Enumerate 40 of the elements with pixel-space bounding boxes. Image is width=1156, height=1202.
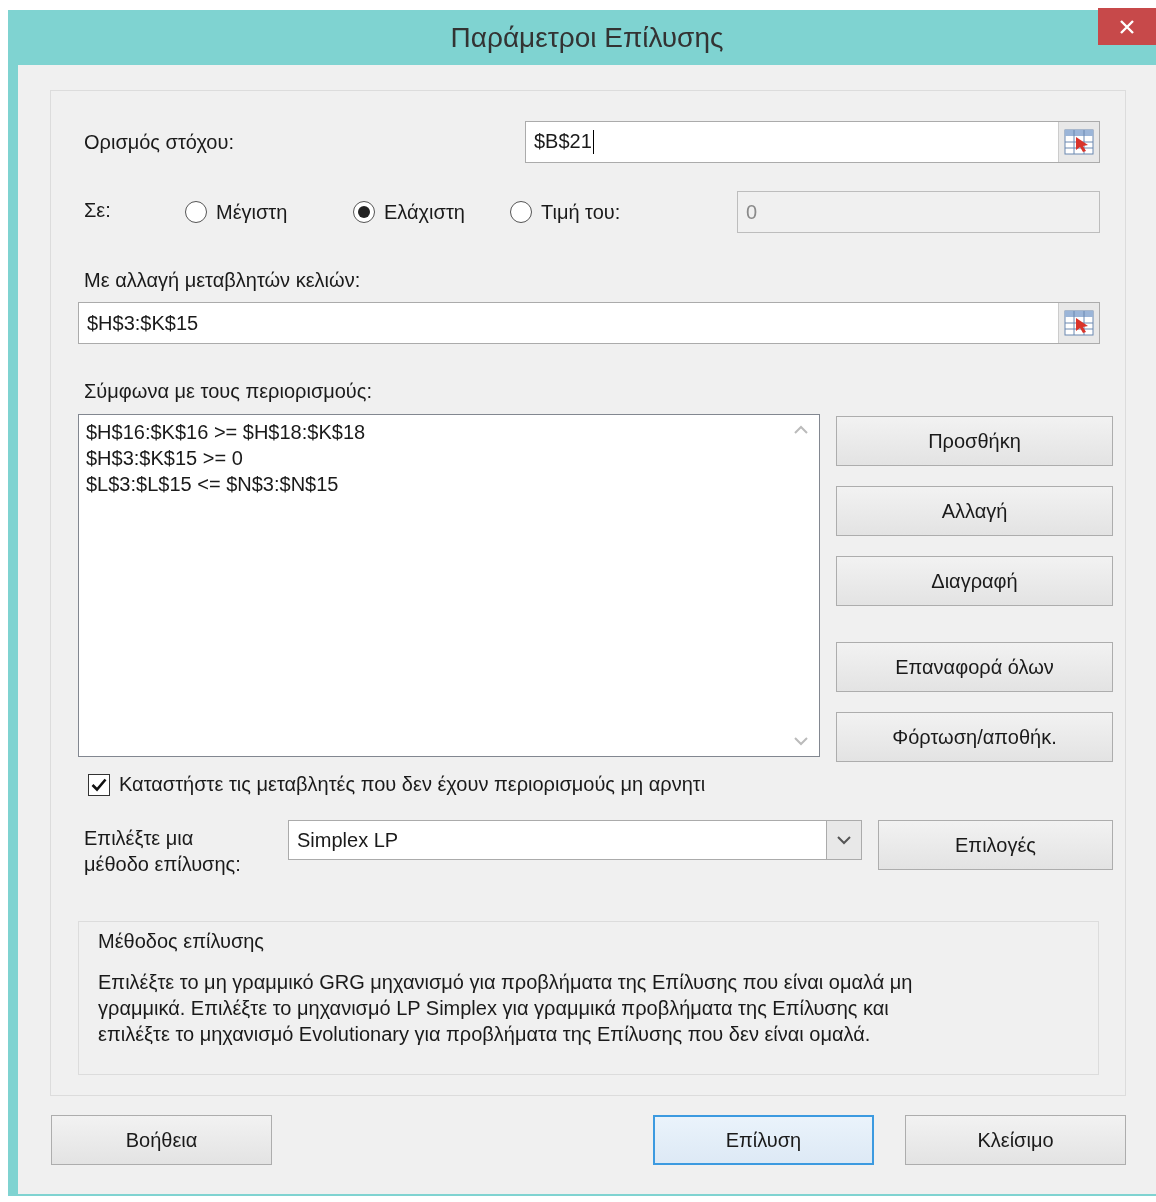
radio-button[interactable] <box>510 201 532 223</box>
objective-field[interactable]: $B$21 <box>525 121 1100 163</box>
radio-button[interactable] <box>353 201 375 223</box>
constraints-label: Σύμφωνα με τους περιορισμούς: <box>83 380 373 403</box>
method-dropdown[interactable]: Simplex LP <box>288 820 862 860</box>
dialog-button[interactable]: Βοήθεια <box>51 1115 272 1165</box>
constraint-item[interactable]: $H$3:$K$15 >= 0 <box>86 445 783 471</box>
constraint-button[interactable]: Προσθήκη <box>836 416 1113 466</box>
constraint-item[interactable]: $L$3:$L$15 <= $N$3:$N$15 <box>86 471 783 497</box>
radio-label: Μέγιστη <box>216 200 288 224</box>
target-label: Σε: <box>83 198 112 222</box>
constraints-list[interactable]: $H$16:$K$16 >= $H$18:$K$18 $H$3:$K$15 >= 0 $L$3:$L$15 <= $N$3:$N$15 <box>78 414 820 757</box>
constraint-button[interactable]: Διαγραφή <box>836 556 1113 606</box>
close-icon <box>1119 18 1135 35</box>
radio-label: Ελάχιστη <box>384 200 465 224</box>
range-select-icon <box>1064 129 1094 155</box>
constraint-button[interactable]: Αλλαγή <box>836 486 1113 536</box>
constraint-button[interactable]: Επαναφορά όλων <box>836 642 1113 692</box>
radio-button[interactable] <box>185 201 207 223</box>
changing-cells-field[interactable]: $H$3:$K$15 <box>78 302 1100 344</box>
close-button[interactable] <box>1098 8 1156 45</box>
chevron-down-icon <box>837 835 851 845</box>
radio-label: Τιμή του: <box>541 200 621 224</box>
constraint-button[interactable]: Φόρτωση/αποθήκ. <box>836 712 1113 762</box>
method-label: Επιλέξτε μια μέθοδο επίλυσης: <box>83 826 242 877</box>
scroll-down-icon <box>794 737 808 746</box>
window-title: Παράμετροι Επίλυσης <box>450 21 724 54</box>
checkbox-label: Καταστήστε τις μεταβλητές που δεν έχουν περιορισμούς μη αρνητι <box>119 773 706 796</box>
range-select-icon <box>1064 310 1094 336</box>
scroll-up-icon <box>794 425 808 434</box>
dialog-button[interactable]: Επίλυση <box>653 1115 874 1165</box>
check-icon <box>91 777 107 792</box>
group-title: Μέθοδος επίλυσης <box>98 930 265 953</box>
dialog-button[interactable]: Κλείσιμο <box>905 1115 1126 1165</box>
checkbox[interactable] <box>88 773 110 796</box>
constraint-item[interactable]: $H$16:$K$16 >= $H$18:$K$18 <box>86 419 783 445</box>
options-button[interactable]: Επιλογές <box>878 820 1113 870</box>
objective-label: Ορισμός στόχου: <box>83 130 235 154</box>
description-text: Επιλέξτε το μη γραμμικό GRG μηχανισμό για προβλήματα της Επίλυσης που είναι ομαλά μη γραμμικά. Επιλέξτε το μηχανισμό LP Simplex για γραμμικά προβλήματα της Επίλυσης και επιλέξτε το μηχανισμό Evolutionary για προβλήματα της Επίλυσης που δεν είναι ομαλά. <box>98 970 914 1047</box>
changing-cells-label: Με αλλαγή μεταβλητών κελιών: <box>83 269 362 292</box>
